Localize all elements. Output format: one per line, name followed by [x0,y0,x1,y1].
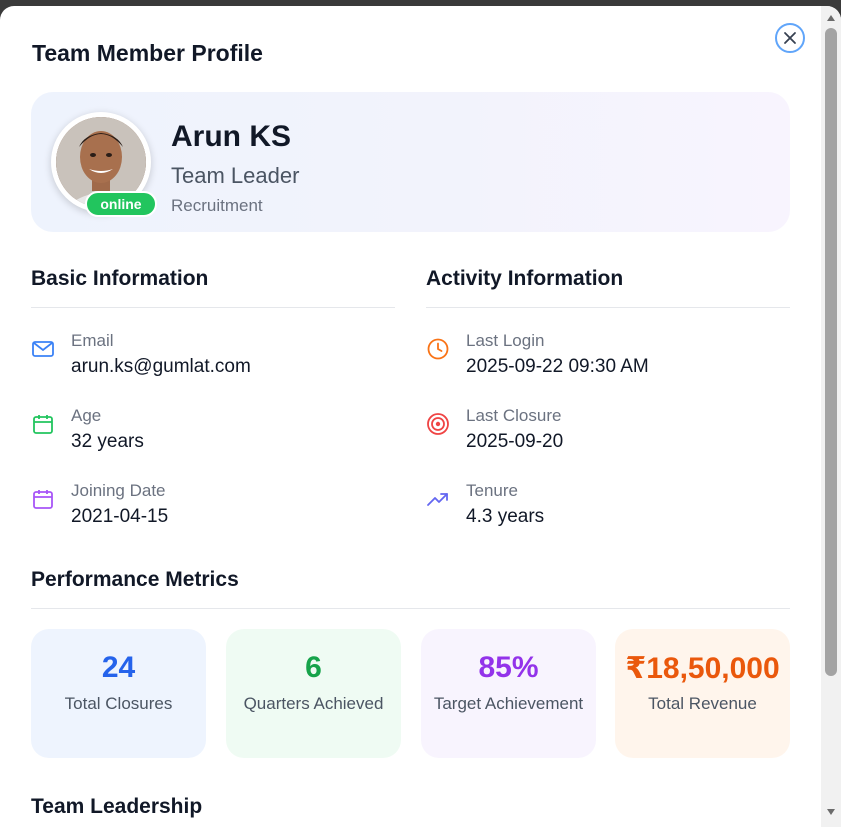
scrollbar[interactable] [821,6,841,827]
info-label: Email [71,331,114,350]
metric-label: Quarters Achieved [243,694,384,713]
activity-info-heading: Activity Information [426,267,624,290]
info-item-last-closure: Last Closure 2025-09-20 [426,406,766,466]
metric-card-closures: 24 Total Closures [31,629,206,758]
calendar-icon [33,415,53,434]
scroll-down-arrow-icon[interactable] [826,808,836,816]
calendar-icon [33,490,53,509]
info-label: Last Closure [466,406,562,425]
status-badge: online [85,191,157,217]
close-icon [784,32,796,44]
info-value: 4.3 years [466,506,545,527]
target-icon [427,413,449,435]
info-item-last-login: Last Login 2025-09-22 09:30 AM [426,331,766,391]
info-item-email: Email arun.ks@gumlat.com [31,331,371,391]
info-label: Last Login [466,331,545,350]
profile-role: Team Leader [171,163,300,188]
info-item-age: Age 32 years [31,406,371,466]
info-value: 32 years [71,431,144,452]
clock-icon [427,338,449,360]
metric-card-quarters: 6 Quarters Achieved [226,629,401,758]
info-value: 2025-09-20 [466,431,564,452]
info-value: 2021-04-15 [71,506,169,527]
metric-value: 85% [478,651,539,684]
performance-heading: Performance Metrics [31,568,239,591]
profile-name: Arun KS [171,120,291,153]
trending-up-icon [427,493,448,506]
metric-label: Total Revenue [648,694,757,713]
info-item-tenure: Tenure 4.3 years [426,481,766,541]
info-item-joining-date: Joining Date 2021-04-15 [31,481,371,541]
info-label: Joining Date [71,481,166,500]
performance-divider [31,608,790,609]
metric-value: 6 [305,651,322,684]
basic-info-divider [31,307,395,308]
metric-card-revenue: ₹18,50,000 Total Revenue [615,629,790,758]
info-label: Age [71,406,102,425]
profile-modal: Team Member Profile online Arun KS Team … [0,6,841,827]
info-label: Tenure [466,481,518,500]
close-button[interactable] [775,23,805,53]
info-value: 2025-09-22 09:30 AM [466,356,649,377]
metric-label: Total Closures [64,694,173,713]
metric-value: ₹18,50,000 [625,652,780,685]
basic-info-heading: Basic Information [31,267,209,290]
profile-card: online Arun KS Team Leader Recruitment [31,92,790,232]
profile-department: Recruitment [171,196,263,215]
info-value: arun.ks@gumlat.com [71,356,251,377]
activity-info-divider [426,307,790,308]
mail-icon [32,341,54,357]
metric-card-target: 85% Target Achievement [421,629,596,758]
team-leadership-heading: Team Leadership [31,795,203,818]
scroll-up-arrow-icon[interactable] [826,14,836,22]
scrollbar-thumb[interactable] [825,28,837,676]
modal-title: Team Member Profile [32,40,263,66]
metric-label: Target Achievement [433,694,584,713]
metric-value: 24 [101,651,136,684]
